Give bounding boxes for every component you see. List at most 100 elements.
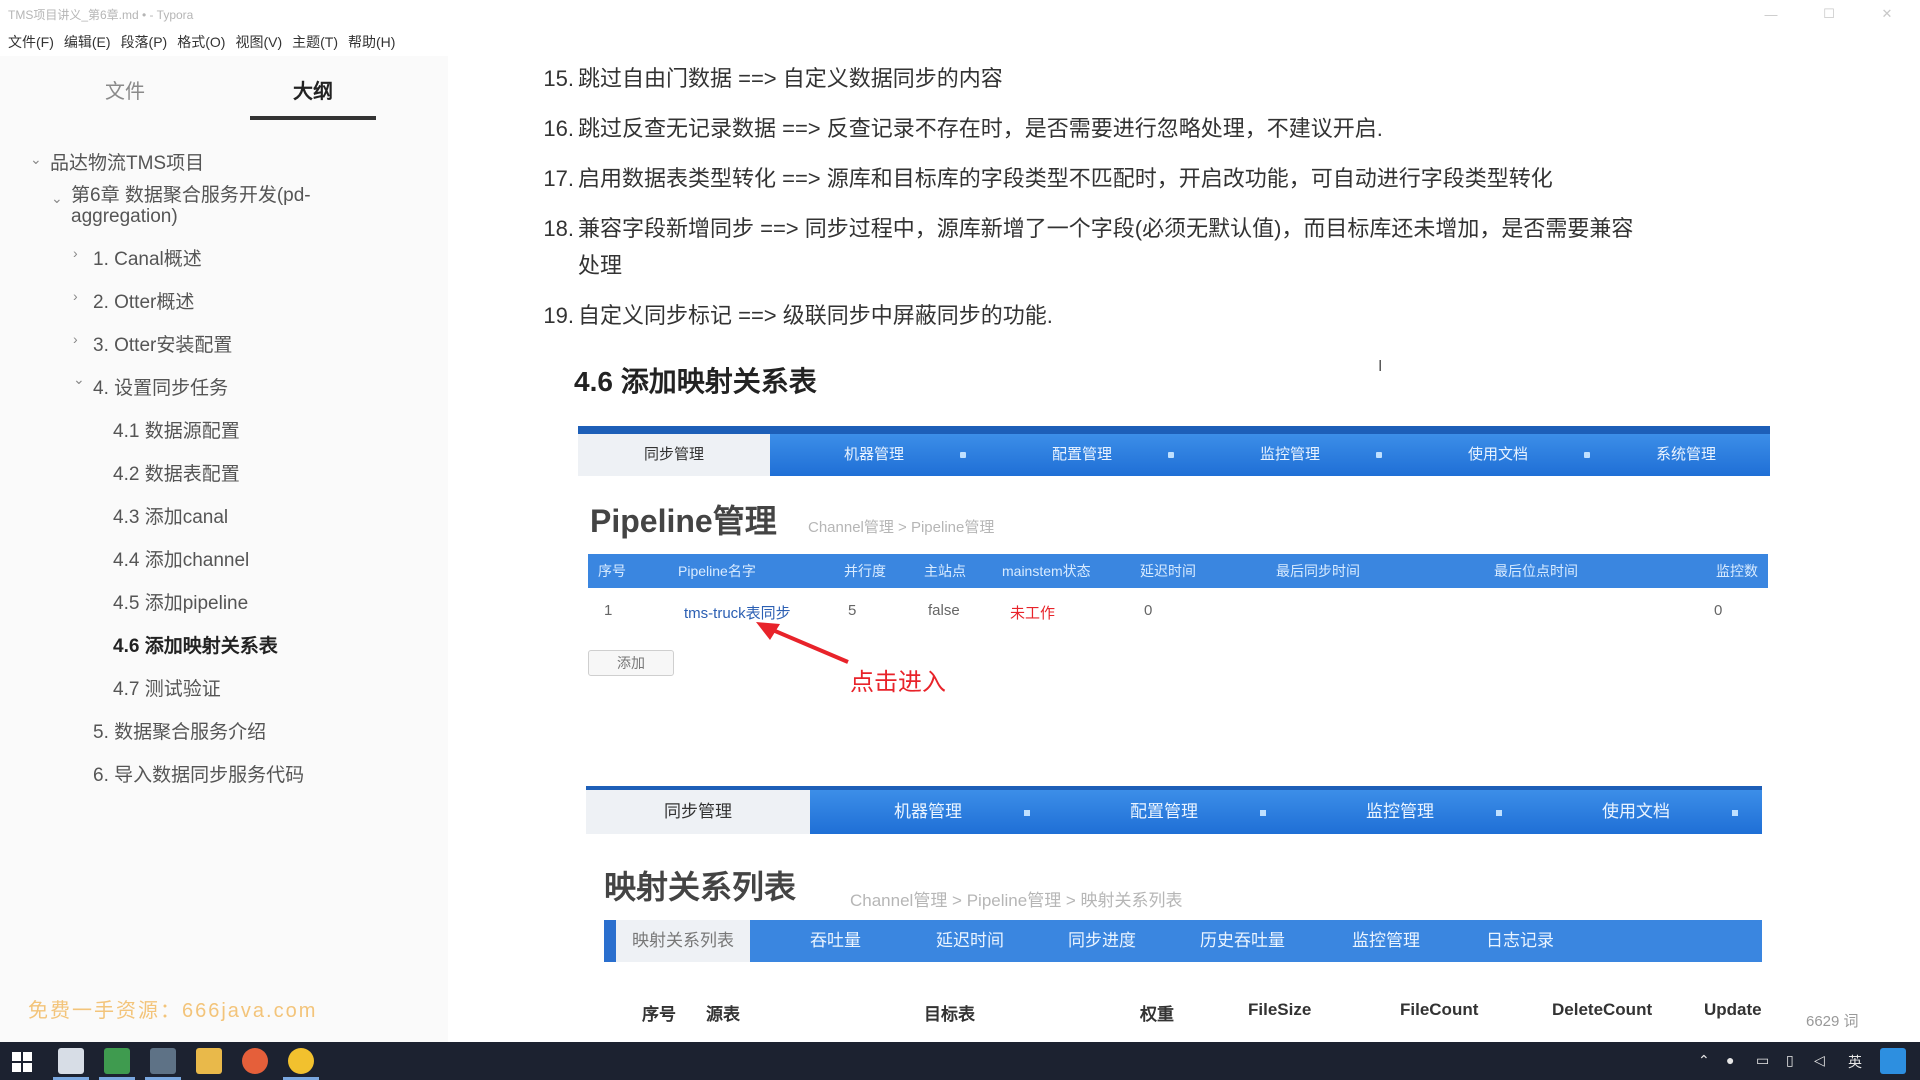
red-arrow-icon <box>756 622 849 664</box>
app-icon-notes[interactable] <box>58 1048 84 1074</box>
list-number: 16. <box>543 116 574 141</box>
menu-file[interactable]: 文件(F) <box>4 32 60 52</box>
tab-outline[interactable]: 大纲 <box>250 72 376 120</box>
outline-item-root[interactable]: ⌄ 品达物流TMS项目 <box>30 148 205 175</box>
network-icon[interactable]: ▯ <box>1786 1052 1794 1069</box>
image-subtab: 日志记录 <box>1486 931 1554 950</box>
outline-item-4-6[interactable]: 4.6 添加映射关系表 <box>113 631 278 658</box>
outline-item-4-2[interactable]: 4.2 数据表配置 <box>113 459 240 486</box>
outline-item-canal[interactable]: › 1. Canal概述 <box>73 244 202 271</box>
image-column-header: Update <box>1704 1000 1762 1019</box>
list-item: 15. 跳过自由门数据 ==> 自定义数据同步的内容 <box>543 60 1778 97</box>
caret-icon <box>1376 452 1382 458</box>
menu-theme[interactable]: 主题(T) <box>288 32 344 52</box>
outline-item-chapter6[interactable]: ⌄ 第6章 数据聚合服务开发(pd- <box>51 180 311 207</box>
outline-item-4-7[interactable]: 4.7 测试验证 <box>113 674 221 701</box>
menu-format[interactable]: 格式(O) <box>173 32 231 52</box>
outline-label: aggregation) <box>71 206 178 227</box>
maximize-button[interactable]: ☐ <box>1806 0 1852 28</box>
watermark-text: 免费一手资源：666java.com <box>28 1000 318 1022</box>
menu-edit[interactable]: 编辑(E) <box>60 32 117 52</box>
caret-icon <box>1260 810 1266 816</box>
image-column-header: DeleteCount <box>1552 1000 1653 1019</box>
image-column-header: 目标表 <box>924 1005 975 1024</box>
list-item-continuation: 处理 <box>578 247 1778 284</box>
image-th: 序号 <box>598 563 626 579</box>
minimize-button[interactable]: — <box>1748 0 1794 28</box>
notification-icon[interactable] <box>1880 1048 1906 1074</box>
outline-item-otter-install[interactable]: › 3. Otter安装配置 <box>73 330 233 357</box>
caret-icon <box>1496 810 1502 816</box>
image-td: 0 <box>1144 602 1153 619</box>
outline-item-sync-task[interactable]: ⌄ 4. 设置同步任务 <box>73 371 229 400</box>
image-nav-item: 机器管理 <box>843 446 904 463</box>
caret-icon <box>1732 810 1738 816</box>
chrome-icon[interactable] <box>288 1048 314 1074</box>
caret-icon <box>1584 452 1590 458</box>
image-th: 最后同步时间 <box>1276 563 1360 579</box>
outline-item-4-1[interactable]: 4.1 数据源配置 <box>113 416 240 443</box>
list-text: 跳过自由门数据 ==> 自定义数据同步的内容 <box>578 66 1003 91</box>
image-breadcrumb: Channel管理 > Pipeline管理 <box>808 519 995 536</box>
outline-item-5[interactable]: 5. 数据聚合服务介绍 <box>93 717 266 744</box>
app-icon-terminal[interactable] <box>150 1048 176 1074</box>
ime-indicator[interactable]: 英 <box>1848 1052 1862 1072</box>
image-nav-item: 配置管理 <box>1051 446 1112 463</box>
embedded-image-pipeline: 同步管理 机器管理 配置管理 监控管理 使用文档 系统管理 Pipeline管理… <box>578 426 1770 726</box>
outline-label: 品达物流TMS项目 <box>50 153 205 174</box>
image-column-header: FileCount <box>1400 1000 1479 1019</box>
volume-icon[interactable]: ◁ <box>1814 1052 1825 1069</box>
word-count[interactable]: 6629 词 <box>1806 1010 1859 1031</box>
window-title: TMS项目讲义_第6章.md • - Typora <box>8 7 194 22</box>
window-titlebar: TMS项目讲义_第6章.md • - Typora — ☐ ✕ <box>0 0 1920 28</box>
app-icon-player[interactable] <box>242 1048 268 1074</box>
image-nav-item: 系统管理 <box>1655 446 1716 463</box>
tab-files[interactable]: 文件 <box>62 72 188 120</box>
app-icon-sheet[interactable] <box>104 1048 130 1074</box>
image-breadcrumb: Channel管理 > Pipeline管理 > 映射关系列表 <box>850 891 1183 910</box>
outline-item-4-4[interactable]: 4.4 添加channel <box>113 545 249 572</box>
outline-item-4-5[interactable]: 4.5 添加pipeline <box>113 588 248 615</box>
caret-icon <box>1024 810 1030 816</box>
outline-item-chapter6-cont[interactable]: aggregation) <box>71 206 178 228</box>
outline-label: 3. Otter安装配置 <box>93 335 233 356</box>
outline-label: 第6章 数据聚合服务开发(pd- <box>71 185 311 206</box>
image-column-header: FileSize <box>1248 1000 1312 1019</box>
menu-bar: 文件(F) 编辑(E) 段落(P) 格式(O) 视图(V) 主题(T) 帮助(H… <box>0 28 460 56</box>
chevron-down-icon: ⌄ <box>30 151 42 167</box>
outline-label: 4. 设置同步任务 <box>93 378 229 399</box>
image-subtab: 监控管理 <box>1352 931 1420 950</box>
image-td: 0 <box>1714 602 1723 619</box>
section-heading: 4.6 添加映射关系表 <box>574 366 817 397</box>
image-td: false <box>928 602 960 619</box>
list-number: 18. <box>543 216 574 241</box>
image-th: 主站点 <box>924 563 966 579</box>
microphone-icon[interactable]: ● <box>1726 1052 1734 1068</box>
menu-paragraph[interactable]: 段落(P) <box>117 32 174 52</box>
list-text: 启用数据表类型转化 ==> 源库和目标库的字段类型不匹配时，开启改功能，可自动进… <box>578 166 1553 191</box>
image-subtab: 延迟时间 <box>936 931 1004 950</box>
annotation-text: 点击进入 <box>850 669 946 696</box>
image-th: mainstem状态 <box>1002 563 1091 579</box>
menu-help[interactable]: 帮助(H) <box>344 32 401 52</box>
folder-icon[interactable] <box>196 1048 222 1074</box>
menu-view[interactable]: 视图(V) <box>231 32 288 52</box>
outline-item-4-3[interactable]: 4.3 添加canal <box>113 502 228 529</box>
image-table-header: 序号 Pipeline名字 并行度 主站点 mainstem状态 延迟时间 最后… <box>588 554 1768 588</box>
battery-icon[interactable]: ▭ <box>1756 1052 1769 1069</box>
sidebar-tabs: 文件 大纲 <box>0 72 448 120</box>
image-td-status: 未工作 <box>1010 605 1056 622</box>
chevron-right-icon: › <box>73 245 78 261</box>
tray-expand-icon[interactable]: ⌃ <box>1698 1052 1710 1069</box>
image-nav-item: 监控管理 <box>1259 446 1320 463</box>
close-button[interactable]: ✕ <box>1864 0 1910 28</box>
image-subtab: 吞吐量 <box>810 931 861 950</box>
windows-start-icon[interactable] <box>12 1052 32 1072</box>
list-item: 18. 兼容字段新增同步 ==> 同步过程中，源库新增了一个字段(必须无默认值)… <box>543 210 1778 247</box>
image-nav-item: 机器管理 <box>894 802 962 821</box>
image-subtab: 同步进度 <box>1068 931 1136 950</box>
image-nav-item: 同步管理 <box>586 790 810 834</box>
outline-item-6[interactable]: 6. 导入数据同步服务代码 <box>93 760 304 787</box>
image-td: 1 <box>604 602 613 619</box>
outline-item-otter[interactable]: › 2. Otter概述 <box>73 287 194 314</box>
